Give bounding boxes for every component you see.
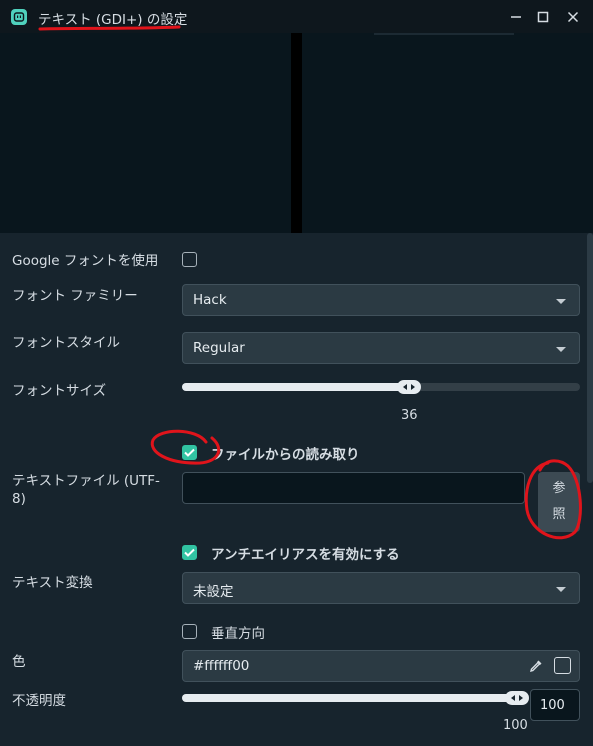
font-size-value: 36 — [401, 408, 418, 423]
preview-divider — [291, 33, 302, 233]
source-preview — [0, 33, 593, 233]
title-bar: テキスト (GDI+) の設定 — [0, 0, 593, 33]
font-family-label: フォント ファミリー — [12, 288, 138, 304]
opacity-number-input[interactable]: 100 — [530, 689, 580, 721]
opacity-slider-handle[interactable] — [505, 691, 529, 705]
color-input[interactable]: #ffffff00 — [182, 650, 580, 682]
minimize-icon[interactable] — [505, 6, 527, 28]
vertical-checkbox[interactable] — [182, 624, 197, 639]
opacity-slider-fill — [182, 694, 517, 702]
google-fonts-checkbox[interactable] — [182, 252, 197, 267]
maximize-icon[interactable] — [532, 6, 554, 28]
eyedropper-icon[interactable] — [529, 659, 543, 677]
chevron-down-icon — [556, 587, 566, 592]
text-file-label-line2: 8) — [12, 491, 26, 507]
scrollbar[interactable] — [587, 233, 593, 483]
vertical-label: 垂直方向 — [211, 626, 265, 642]
font-size-slider-fill — [182, 383, 409, 391]
font-style-select[interactable]: Regular — [182, 332, 580, 364]
font-size-slider-handle[interactable] — [396, 380, 421, 394]
antialias-checkbox[interactable] — [182, 545, 197, 560]
opacity-slider[interactable] — [182, 694, 517, 702]
color-swatch[interactable] — [554, 657, 571, 674]
read-from-file-label: ファイルからの読み取り — [211, 447, 360, 463]
read-from-file-checkbox[interactable] — [182, 445, 197, 460]
chevron-down-icon — [556, 347, 566, 352]
browse-label-1: 参 — [552, 481, 566, 496]
google-fonts-label: Google フォントを使用 — [12, 253, 159, 269]
font-family-select[interactable]: Hack — [182, 284, 580, 316]
text-transform-label: テキスト変換 — [12, 575, 93, 591]
chevron-down-icon — [556, 299, 566, 304]
opacity-number-value: 100 — [540, 698, 565, 713]
text-file-label-line1: テキストファイル (UTF- — [12, 473, 160, 489]
text-file-label: テキストファイル (UTF- 8) — [12, 472, 160, 508]
antialias-label: アンチエイリアスを有効にする — [211, 547, 400, 563]
opacity-value: 100 — [503, 718, 528, 733]
font-size-slider[interactable] — [182, 383, 580, 391]
text-transform-value: 未設定 — [193, 584, 234, 600]
browse-label-2: 照 — [552, 507, 566, 522]
browse-button[interactable]: 参 照 — [538, 472, 580, 532]
font-style-label: フォントスタイル — [12, 335, 120, 351]
close-icon[interactable] — [562, 6, 584, 28]
color-value: #ffffff00 — [193, 658, 250, 674]
streamlabs-logo-icon — [11, 9, 27, 25]
font-family-value: Hack — [193, 292, 227, 308]
font-style-value: Regular — [193, 340, 245, 356]
text-transform-select[interactable]: 未設定 — [182, 572, 580, 604]
font-size-label: フォントサイズ — [12, 383, 107, 399]
window-title: テキスト (GDI+) の設定 — [38, 12, 188, 28]
opacity-label: 不透明度 — [12, 693, 66, 709]
color-label: 色 — [12, 654, 26, 670]
preview-top-strip — [374, 33, 514, 35]
text-file-path-input[interactable] — [182, 472, 525, 504]
